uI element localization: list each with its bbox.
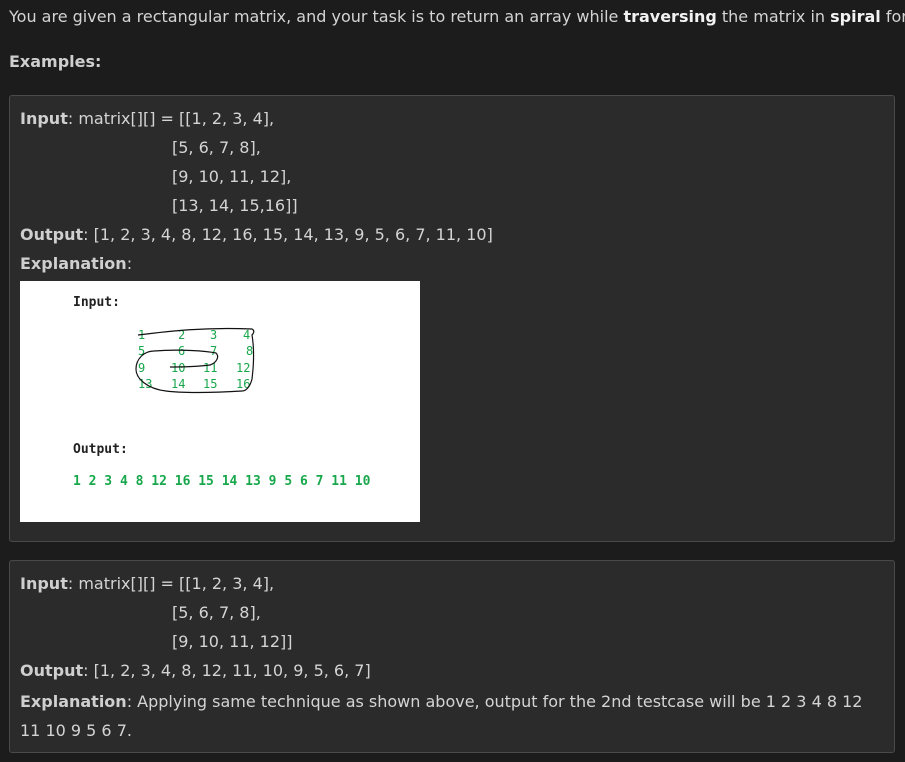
example-2-box: Input: matrix[][] = [[1, 2, 3, 4], [5, 6… — [9, 560, 895, 753]
statement-bold-spiral: spiral — [830, 7, 881, 26]
output-label: Output — [20, 661, 84, 680]
output-value: : [1, 2, 3, 4, 8, 12, 11, 10, 9, 5, 6, 7… — [83, 661, 371, 680]
output-label: Output — [20, 225, 84, 244]
example-1-explanation-line: Explanation: — [20, 253, 132, 275]
example-2-output-line: Output: [1, 2, 3, 4, 8, 12, 11, 10, 9, 5… — [20, 660, 371, 682]
example-1-output-line: Output: [1, 2, 3, 4, 8, 12, 16, 15, 14, … — [20, 224, 493, 246]
matrix-row: [9, 10, 11, 12]] — [172, 632, 293, 651]
explanation-label: Explanation — [20, 692, 127, 711]
matrix-cell: 4 — [243, 328, 250, 342]
examples-heading: Examples: — [9, 52, 102, 71]
input-label: Input — [20, 109, 68, 128]
illustration-output-title: Output: — [73, 442, 128, 457]
problem-statement: You are given a rectangular matrix, and … — [9, 6, 905, 28]
example-1-input-line: Input: matrix[][] = [[1, 2, 3, 4], — [20, 108, 274, 130]
input-prefix: : matrix[][] = — [67, 574, 180, 593]
matrix-cell: 3 — [210, 328, 217, 342]
matrix-row: [5, 6, 7, 8], — [172, 603, 261, 622]
explanation-label: Explanation — [20, 254, 127, 273]
matrix-cell: 7 — [210, 344, 217, 358]
matrix-row: [[1, 2, 3, 4], — [179, 574, 275, 593]
statement-text: form. — [885, 7, 905, 26]
matrix-cell: 12 — [236, 361, 250, 375]
matrix-row: [[1, 2, 3, 4], — [179, 109, 275, 128]
matrix-row: [5, 6, 7, 8], — [172, 138, 261, 157]
output-value: : [1, 2, 3, 4, 8, 12, 16, 15, 14, 13, 9,… — [83, 225, 493, 244]
matrix-row: [9, 10, 11, 12], — [172, 167, 292, 186]
matrix-cell: 8 — [246, 344, 253, 358]
matrix-cell: 9 — [138, 361, 145, 375]
statement-bold-traversing: traversing — [623, 7, 717, 26]
matrix-cell: 6 — [178, 344, 185, 358]
input-label: Input — [20, 574, 68, 593]
example-2-explanation: Explanation: Applying same technique as … — [20, 687, 880, 745]
example-1-box: Input: matrix[][] = [[1, 2, 3, 4], [5, 6… — [9, 95, 895, 542]
statement-text: You are given a rectangular matrix, and … — [9, 7, 624, 26]
matrix-cell: 10 — [171, 361, 185, 375]
matrix-cell: 15 — [203, 377, 217, 391]
matrix-cell: 14 — [171, 377, 185, 391]
explanation-colon: : — [126, 254, 133, 273]
matrix-cell: 11 — [203, 361, 217, 375]
spiral-illustration: Input: 1 2 3 4 5 6 7 8 9 10 11 12 13 14 … — [20, 281, 420, 522]
statement-text: the matrix in — [716, 7, 831, 26]
matrix-cell: 16 — [236, 377, 250, 391]
matrix-row: [13, 14, 15,16]] — [172, 196, 298, 215]
input-prefix: : matrix[][] = — [67, 109, 180, 128]
example-2-input-line: Input: matrix[][] = [[1, 2, 3, 4], — [20, 573, 274, 595]
illustration-output-sequence: 1 2 3 4 8 12 16 15 14 13 9 5 6 7 11 10 — [73, 474, 371, 489]
explanation-text: : Applying same technique as shown above… — [20, 692, 863, 740]
